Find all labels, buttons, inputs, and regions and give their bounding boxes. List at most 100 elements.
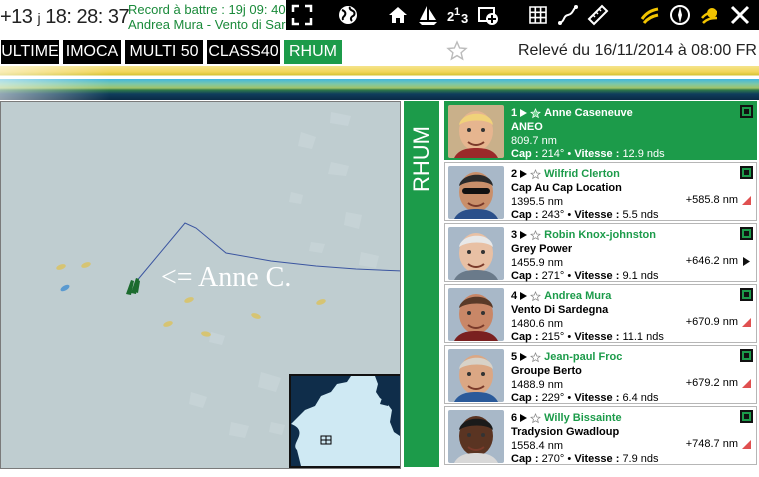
trend-icon bbox=[742, 196, 751, 205]
tab-multi-50[interactable]: MULTI 50 bbox=[125, 40, 203, 64]
vitesse-label: Vitesse : bbox=[574, 392, 620, 404]
vitesse-value: 7.9 nds bbox=[622, 453, 659, 465]
trend-icon bbox=[742, 440, 751, 449]
tab-class40[interactable]: CLASS40 bbox=[207, 40, 280, 64]
vitesse-label: Vitesse : bbox=[574, 453, 620, 465]
cap-label: Cap : bbox=[511, 148, 539, 160]
skipper-photo bbox=[448, 166, 504, 219]
cap-value: 215° bbox=[541, 331, 565, 343]
sailboat-icon[interactable] bbox=[416, 3, 440, 27]
favorite-star-icon[interactable] bbox=[446, 40, 468, 62]
follow-star-icon[interactable] bbox=[530, 351, 542, 363]
podium-icon[interactable]: 213 bbox=[446, 3, 470, 27]
ranking-row[interactable]: 5 Jean-paul Froc Groupe Berto 1488.9 nm … bbox=[444, 345, 757, 404]
trend-icon bbox=[742, 318, 751, 327]
skipper-name[interactable]: Anne Caseneuve bbox=[544, 107, 633, 119]
tab-imoca[interactable]: IMOCA bbox=[63, 40, 121, 64]
distance-to-finish: 809.7 nm bbox=[511, 135, 557, 147]
follow-star-icon[interactable] bbox=[530, 290, 542, 302]
skipper-name[interactable]: Robin Knox-johnston bbox=[544, 229, 656, 241]
ranking-row[interactable]: 4 Andrea Mura Vento Di Sardegna 1480.6 n… bbox=[444, 284, 757, 343]
track-toggle[interactable] bbox=[740, 166, 753, 179]
skipper-header: 1 Anne Caseneuve bbox=[511, 106, 633, 120]
skipper-name[interactable]: Willy Bissainte bbox=[544, 412, 622, 424]
gap-to-leader: +585.8 nm bbox=[685, 194, 738, 206]
boat-name: ANEO bbox=[511, 121, 543, 133]
boat-name: Cap Au Cap Location bbox=[511, 182, 622, 194]
rank-number: 1 bbox=[511, 107, 518, 119]
skipper-header: 4 Andrea Mura bbox=[511, 289, 611, 303]
timer-unit: j bbox=[37, 10, 41, 26]
rank-number: 6 bbox=[511, 412, 518, 424]
ranking-row[interactable]: 3 Robin Knox-johnston Grey Power 1455.9 … bbox=[444, 223, 757, 282]
vitesse-label: Vitesse : bbox=[574, 331, 620, 343]
top-bar: +13 j 18: 28: 37 Record à battre : 19j 0… bbox=[0, 0, 759, 38]
track-toggle[interactable] bbox=[740, 288, 753, 301]
gap-to-leader: +670.9 nm bbox=[685, 316, 738, 328]
vitesse-value: 12.9 nds bbox=[622, 148, 665, 160]
rank-number: 2 bbox=[511, 168, 518, 180]
skipper-header: 2 Wilfrid Clerton bbox=[511, 167, 620, 181]
cap-label: Cap : bbox=[511, 270, 539, 282]
cap-value: 271° bbox=[541, 270, 565, 282]
follow-star-icon[interactable] bbox=[530, 107, 542, 119]
gap-to-leader: +679.2 nm bbox=[685, 377, 738, 389]
globe-icon[interactable] bbox=[336, 3, 360, 27]
vitesse-label: Vitesse : bbox=[574, 148, 620, 160]
track-toggle[interactable] bbox=[740, 105, 753, 118]
route-icon[interactable] bbox=[556, 3, 580, 27]
follow-star-icon[interactable] bbox=[530, 168, 542, 180]
play-icon[interactable] bbox=[520, 170, 528, 178]
releve-timestamp: Relevé du 16/11/2014 à 08:00 FR bbox=[518, 42, 757, 59]
compass-icon[interactable] bbox=[668, 3, 692, 27]
track-toggle[interactable] bbox=[740, 349, 753, 362]
skipper-photo bbox=[448, 288, 504, 341]
skipper-name[interactable]: Andrea Mura bbox=[544, 290, 611, 302]
gap-to-leader: +748.7 nm bbox=[685, 438, 738, 450]
skipper-header: 5 Jean-paul Froc bbox=[511, 350, 622, 364]
tab-rhum[interactable]: RHUM bbox=[284, 40, 342, 64]
play-icon[interactable] bbox=[520, 292, 528, 300]
minimap-canvas bbox=[291, 376, 400, 466]
fullscreen-icon[interactable] bbox=[290, 3, 314, 27]
boat-name: Grey Power bbox=[511, 243, 573, 255]
play-icon[interactable] bbox=[520, 231, 528, 239]
skipper-photo bbox=[448, 349, 504, 402]
class-tabs: ULTIME IMOCA MULTI 50 CLASS40 RHUM Relev… bbox=[0, 38, 759, 66]
timer-days: +13 bbox=[0, 6, 33, 28]
cap-speed: Cap : 215° • Vitesse : 11.1 nds bbox=[511, 331, 664, 343]
ranking-row[interactable]: 1 Anne Caseneuve ANEO 809.7 nm Cap : 214… bbox=[444, 101, 757, 160]
cap-speed: Cap : 271° • Vitesse : 9.1 nds bbox=[511, 270, 659, 282]
play-icon[interactable] bbox=[520, 414, 528, 422]
record-info: Record à battre : 19j 09: 40 Andrea Mura… bbox=[128, 2, 286, 36]
cap-speed: Cap : 270° • Vitesse : 7.9 nds bbox=[511, 453, 659, 465]
gap-to-leader: +646.2 nm bbox=[685, 255, 738, 267]
race-map[interactable]: <= Anne C. bbox=[0, 101, 401, 469]
home-icon[interactable] bbox=[386, 3, 410, 27]
add-map-icon[interactable] bbox=[476, 3, 500, 27]
trend-icon bbox=[742, 379, 751, 388]
weather-icon[interactable] bbox=[698, 3, 722, 27]
close-icon[interactable] bbox=[728, 3, 752, 27]
track-toggle[interactable] bbox=[740, 227, 753, 240]
rank-number: 5 bbox=[511, 351, 518, 363]
play-icon[interactable] bbox=[520, 109, 528, 117]
skipper-name[interactable]: Wilfrid Clerton bbox=[544, 168, 620, 180]
ranking-list: 1 Anne Caseneuve ANEO 809.7 nm Cap : 214… bbox=[444, 101, 759, 469]
race-timer: +13 j 18: 28: 37 bbox=[0, 6, 130, 34]
ranking-row[interactable]: 6 Willy Bissainte Tradysion Gwadloup 155… bbox=[444, 406, 757, 465]
follow-star-icon[interactable] bbox=[530, 412, 542, 424]
overview-minimap[interactable] bbox=[289, 374, 400, 468]
tab-ultime[interactable]: ULTIME bbox=[1, 40, 59, 64]
follow-star-icon[interactable] bbox=[530, 229, 542, 241]
skipper-name[interactable]: Jean-paul Froc bbox=[544, 351, 622, 363]
grid-icon[interactable] bbox=[526, 3, 550, 27]
cap-value: 214° bbox=[541, 148, 565, 160]
skipper-photo bbox=[448, 105, 504, 158]
wind-icon[interactable] bbox=[638, 3, 662, 27]
distance-to-finish: 1488.9 nm bbox=[511, 379, 563, 391]
ranking-row[interactable]: 2 Wilfrid Clerton Cap Au Cap Location 13… bbox=[444, 162, 757, 221]
ruler-icon[interactable] bbox=[586, 3, 610, 27]
track-toggle[interactable] bbox=[740, 410, 753, 423]
play-icon[interactable] bbox=[520, 353, 528, 361]
